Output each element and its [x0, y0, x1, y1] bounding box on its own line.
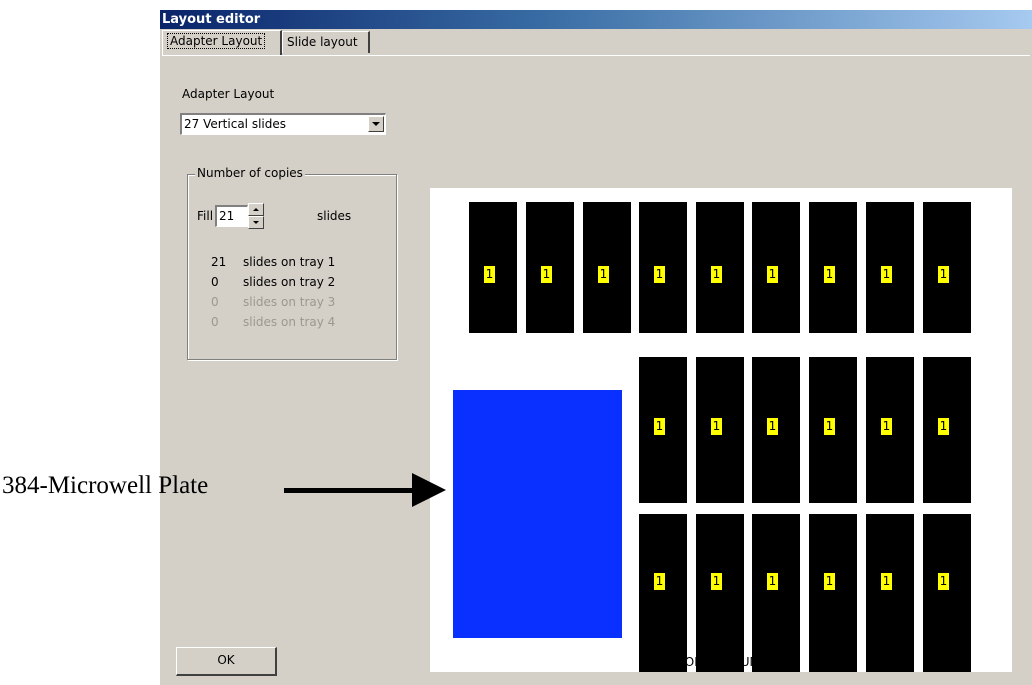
fill-label: Fill — [197, 209, 214, 223]
slide-number-badge: 1 — [880, 572, 893, 591]
slide-slot[interactable]: 1 — [752, 357, 800, 503]
tab-adapter-layout[interactable]: Adapter Layout — [162, 30, 282, 55]
slide-slot[interactable]: 1 — [866, 357, 914, 503]
ok-button[interactable]: OK — [176, 647, 277, 676]
microwell-plate[interactable] — [453, 390, 622, 638]
adapter-layout-label: Adapter Layout — [182, 87, 275, 101]
slide-number-badge: 1 — [766, 265, 779, 284]
tab-slide-layout-label: Slide layout — [287, 35, 358, 49]
slide-slot[interactable]: 1 — [809, 202, 857, 333]
slide-slot[interactable]: 1 — [923, 202, 971, 333]
tray-count: 0 — [211, 275, 219, 289]
tab-adapter-layout-label: Adapter Layout — [167, 33, 266, 49]
slide-number-badge: 1 — [823, 265, 836, 284]
slide-number-badge: 1 — [540, 265, 553, 284]
slide-slot[interactable]: 1 — [923, 514, 971, 672]
fill-count-spinner[interactable] — [248, 203, 264, 229]
slide-slot[interactable]: 1 — [639, 514, 687, 672]
slide-number-badge: 1 — [766, 572, 779, 591]
slide-number-badge: 1 — [937, 572, 950, 591]
slide-number-badge: 1 — [823, 417, 836, 436]
slide-slot[interactable]: 1 — [752, 202, 800, 333]
slide-number-badge: 1 — [710, 572, 723, 591]
slide-number-badge: 1 — [880, 265, 893, 284]
front-of-instrument-label: FRONT OF INSTRUMENT — [640, 655, 784, 669]
slide-slot[interactable]: 1 — [696, 202, 744, 333]
spin-down-icon[interactable] — [248, 216, 264, 229]
slide-slot[interactable]: 1 — [639, 357, 687, 503]
tab-page-border — [162, 55, 1030, 56]
tray-count: 0 — [211, 315, 219, 329]
slide-number-badge: 1 — [823, 572, 836, 591]
slide-slot[interactable]: 1 — [696, 514, 744, 672]
adapter-layout-value: 27 Vertical slides — [184, 117, 286, 131]
tray-label: slides on tray 2 — [243, 275, 336, 289]
tab-slide-layout[interactable]: Slide layout — [282, 31, 370, 53]
slide-number-badge: 1 — [653, 265, 666, 284]
slide-slot[interactable]: 1 — [866, 202, 914, 333]
adapter-layout-select[interactable]: 27 Vertical slides — [180, 113, 386, 135]
slide-slot[interactable]: 1 — [752, 514, 800, 672]
slide-number-badge: 1 — [597, 265, 610, 284]
window-title: Layout editor — [160, 10, 1032, 29]
slide-slot[interactable]: 1 — [866, 514, 914, 672]
slide-number-badge: 1 — [937, 417, 950, 436]
annotation-label: 384-Microwell Plate — [2, 472, 209, 499]
slide-slot[interactable]: 1 — [923, 357, 971, 503]
tray-label: slides on tray 3 — [243, 295, 336, 309]
slide-slot[interactable]: 1 — [809, 357, 857, 503]
fill-count-input[interactable]: 21 — [215, 205, 248, 227]
tray-label: slides on tray 1 — [243, 255, 336, 269]
slide-slot[interactable]: 1 — [526, 202, 574, 333]
arrow-right-icon — [412, 473, 446, 507]
tray-count: 0 — [211, 295, 219, 309]
screenshot: Layout editor Adapter Layout Slide layou… — [0, 0, 1032, 685]
spin-up-icon[interactable] — [248, 203, 264, 216]
slide-number-badge: 1 — [653, 572, 666, 591]
chevron-down-icon[interactable] — [368, 116, 384, 132]
copies-group-label: Number of copies — [195, 166, 305, 180]
annotation-arrow-line — [284, 488, 422, 493]
tray-label: slides on tray 4 — [243, 315, 336, 329]
slide-number-badge: 1 — [483, 265, 496, 284]
slide-slot[interactable]: 1 — [583, 202, 631, 333]
tray-count: 21 — [211, 255, 227, 269]
slide-slot[interactable]: 1 — [809, 514, 857, 672]
slide-number-badge: 1 — [766, 417, 779, 436]
fill-unit-label: slides — [317, 209, 352, 223]
slide-number-badge: 1 — [880, 417, 893, 436]
adapter-layout-canvas: 1 1 1 1 1 1 1 1 1 1 1 1 1 1 1 1 1 1 1 1 … — [430, 188, 1012, 672]
slide-slot[interactable]: 1 — [696, 357, 744, 503]
slide-slot[interactable]: 1 — [639, 202, 687, 333]
slide-number-badge: 1 — [653, 417, 666, 436]
slide-number-badge: 1 — [937, 265, 950, 284]
slide-number-badge: 1 — [710, 417, 723, 436]
slide-number-badge: 1 — [710, 265, 723, 284]
slide-slot[interactable]: 1 — [469, 202, 517, 333]
